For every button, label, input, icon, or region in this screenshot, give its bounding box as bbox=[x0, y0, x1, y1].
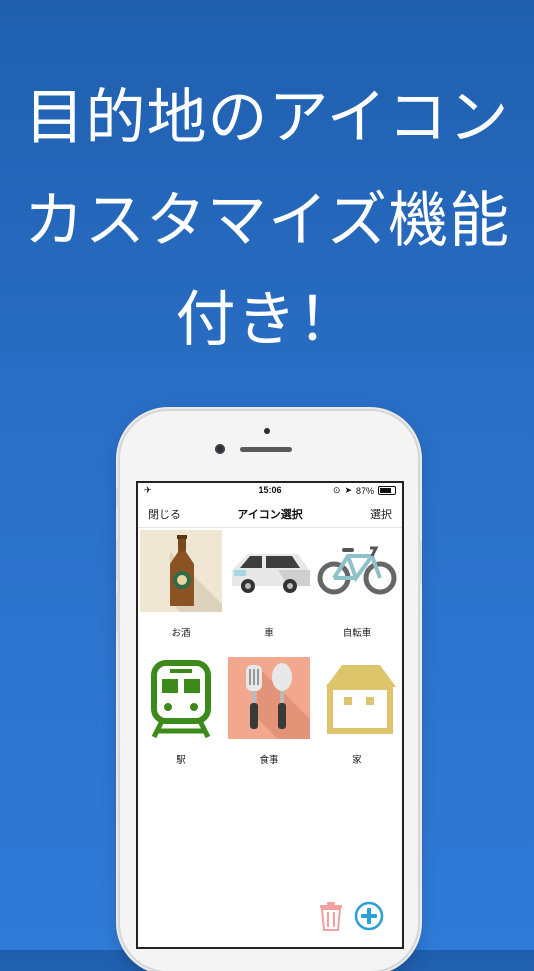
icon-label: 駅 bbox=[176, 755, 186, 766]
headline-line-1: 目的地のアイコン bbox=[24, 83, 510, 153]
earpiece-speaker bbox=[240, 447, 292, 452]
trash-icon[interactable] bbox=[318, 901, 344, 931]
utensils-icon bbox=[228, 657, 310, 739]
icon-cell-meal[interactable]: 食事 bbox=[226, 655, 312, 775]
car-icon bbox=[232, 554, 310, 593]
headline-line-3: 付き！ bbox=[175, 285, 359, 355]
status-right: ⊙ ➤ 87% bbox=[333, 485, 396, 496]
battery-percent: 87% bbox=[355, 485, 374, 496]
bicycle-icon bbox=[317, 546, 397, 595]
navigation-bar: 閉じる アイコン選択 選択 bbox=[138, 499, 402, 528]
front-camera bbox=[215, 444, 225, 454]
beer-bottle-icon bbox=[140, 530, 222, 612]
proximity-sensor bbox=[264, 428, 270, 434]
app-screen: ✈ 15:06 ⊙ ➤ 87% 閉じる アイコン選択 選択 お酒 車 自転車 駅… bbox=[136, 481, 404, 949]
icon-cell-beer[interactable]: お酒 bbox=[138, 528, 224, 648]
icon-cell-bicycle[interactable]: 自転車 bbox=[314, 528, 400, 648]
icon-cell-car[interactable]: 車 bbox=[226, 528, 312, 648]
icon-cell-train[interactable]: 駅 bbox=[138, 655, 224, 775]
volume-down-button bbox=[116, 593, 119, 633]
icon-label: 自転車 bbox=[342, 628, 372, 639]
add-icon[interactable] bbox=[354, 901, 384, 931]
status-bar: ✈ 15:06 ⊙ ➤ 87% bbox=[138, 483, 402, 499]
house-icon bbox=[326, 665, 396, 734]
icon-label: お酒 bbox=[171, 628, 191, 639]
nav-title: アイコン選択 bbox=[237, 509, 303, 521]
volume-up-button bbox=[116, 541, 119, 581]
headline-line-2: カスタマイズ機能 bbox=[23, 186, 511, 256]
train-icon bbox=[151, 660, 211, 739]
battery-icon bbox=[378, 486, 396, 495]
icon-label: 車 bbox=[264, 628, 274, 639]
power-button bbox=[419, 541, 422, 585]
location-icon: ➤ bbox=[344, 485, 352, 495]
silent-switch bbox=[116, 487, 119, 507]
icon-cell-house[interactable]: 家 bbox=[314, 655, 400, 775]
phone-frame: ✈ 15:06 ⊙ ➤ 87% 閉じる アイコン選択 選択 お酒 車 自転車 駅… bbox=[116, 411, 422, 971]
rotation-lock-icon: ⊙ bbox=[332, 485, 341, 495]
select-button[interactable]: 選択 bbox=[370, 506, 392, 522]
icon-label: 家 bbox=[352, 755, 362, 766]
icon-label: 食事 bbox=[259, 755, 279, 766]
